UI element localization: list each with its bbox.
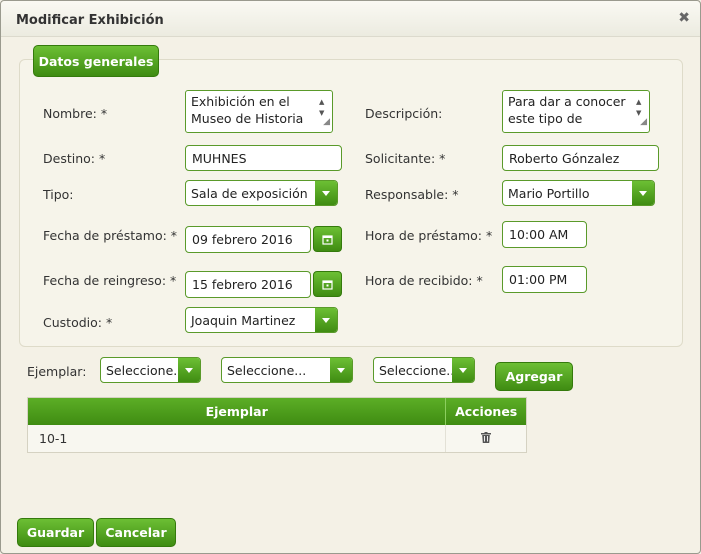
- resize-grip-icon[interactable]: ◢: [640, 114, 647, 131]
- column-header-ejemplar[interactable]: Ejemplar: [28, 398, 447, 425]
- solicitante-label: Solicitante: *: [365, 151, 446, 166]
- table-row: 10-1: [28, 425, 526, 452]
- chevron-down-icon[interactable]: [330, 358, 352, 382]
- table-header: Ejemplar Acciones: [28, 398, 526, 425]
- tipo-label: Tipo:: [43, 187, 74, 202]
- calendar-icon[interactable]: [313, 271, 342, 297]
- column-header-acciones: Acciones: [455, 404, 518, 419]
- ejemplar-select-3-value: Seleccione...: [379, 362, 459, 378]
- solicitante-input[interactable]: Roberto Gónzalez: [502, 145, 659, 171]
- destino-input[interactable]: MUHNES: [185, 145, 342, 171]
- descripcion-value-line1: Para dar a conocer: [508, 94, 626, 109]
- title-bar: Modificar Exhibición ✖: [1, 1, 700, 37]
- nombre-textarea[interactable]: Exhibición en el Museo de Historia ▲ ▼ ◢: [185, 90, 333, 133]
- modal-dialog: Modificar Exhibición ✖ Datos generales N…: [0, 0, 701, 554]
- close-icon[interactable]: ✖: [678, 10, 690, 26]
- cell-ejemplar: 10-1: [28, 425, 447, 452]
- nombre-value-line1: Exhibición en el: [191, 94, 290, 109]
- ejemplar-select-3[interactable]: Seleccione...: [373, 357, 475, 383]
- calendar-icon[interactable]: [313, 226, 342, 252]
- ejemplar-select-1[interactable]: Seleccione...: [100, 357, 201, 383]
- responsable-select[interactable]: Mario Portillo: [502, 180, 655, 206]
- descripcion-value-line2: este tipo de: [508, 111, 583, 126]
- hora-prestamo-input[interactable]: 10:00 AM: [502, 221, 587, 248]
- tipo-select-value: Sala de exposición: [191, 185, 308, 201]
- fecha-prestamo-input[interactable]: 09 febrero 2016: [185, 226, 311, 253]
- chevron-down-icon[interactable]: [452, 358, 474, 382]
- trash-icon[interactable]: [481, 431, 492, 446]
- descripcion-textarea[interactable]: Para dar a conocer este tipo de ▲ ▼ ◢: [502, 90, 650, 133]
- tipo-select[interactable]: Sala de exposición: [185, 180, 338, 206]
- ejemplar-select-2-value: Seleccione...: [227, 362, 307, 378]
- ejemplar-select-1-value: Seleccione...: [106, 362, 186, 378]
- dialog-title: Modificar Exhibición: [16, 13, 164, 28]
- cell-acciones: [446, 425, 526, 452]
- save-button[interactable]: Guardar: [17, 518, 94, 547]
- fecha-prestamo-label: Fecha de préstamo: *: [43, 228, 178, 243]
- custodio-select-value: Joaquin Martinez: [191, 312, 296, 328]
- cancel-button[interactable]: Cancelar: [96, 518, 176, 547]
- destino-label: Destino: *: [43, 151, 106, 166]
- chevron-down-icon[interactable]: [315, 308, 337, 332]
- resize-grip-icon[interactable]: ◢: [323, 114, 330, 131]
- nombre-label: Nombre: *: [43, 106, 108, 121]
- responsable-select-value: Mario Portillo: [508, 185, 590, 201]
- fecha-reingreso-label: Fecha de reingreso: *: [43, 273, 177, 288]
- responsable-label: Responsable: *: [365, 187, 459, 202]
- section-legend-datos-generales[interactable]: Datos generales: [33, 45, 159, 77]
- custodio-label: Custodio: *: [43, 315, 113, 330]
- add-ejemplar-button[interactable]: Agregar: [495, 362, 573, 391]
- hora-recibido-label: Hora de recibido: *: [365, 273, 483, 288]
- descripcion-label: Descripción:: [365, 106, 443, 121]
- fecha-reingreso-input[interactable]: 15 febrero 2016: [185, 271, 311, 298]
- hora-recibido-input[interactable]: 01:00 PM: [502, 266, 587, 293]
- ejemplar-select-2[interactable]: Seleccione...: [221, 357, 353, 383]
- ejemplar-label: Ejemplar:: [27, 364, 87, 379]
- chevron-down-icon[interactable]: [315, 181, 337, 205]
- nombre-value-line2: Museo de Historia: [191, 111, 304, 126]
- hora-prestamo-label: Hora de préstamo: *: [365, 228, 493, 243]
- custodio-select[interactable]: Joaquin Martinez: [185, 307, 338, 333]
- chevron-down-icon[interactable]: [632, 181, 654, 205]
- ejemplar-table: Ejemplar Acciones 10-1: [27, 397, 527, 453]
- chevron-down-icon[interactable]: [178, 358, 200, 382]
